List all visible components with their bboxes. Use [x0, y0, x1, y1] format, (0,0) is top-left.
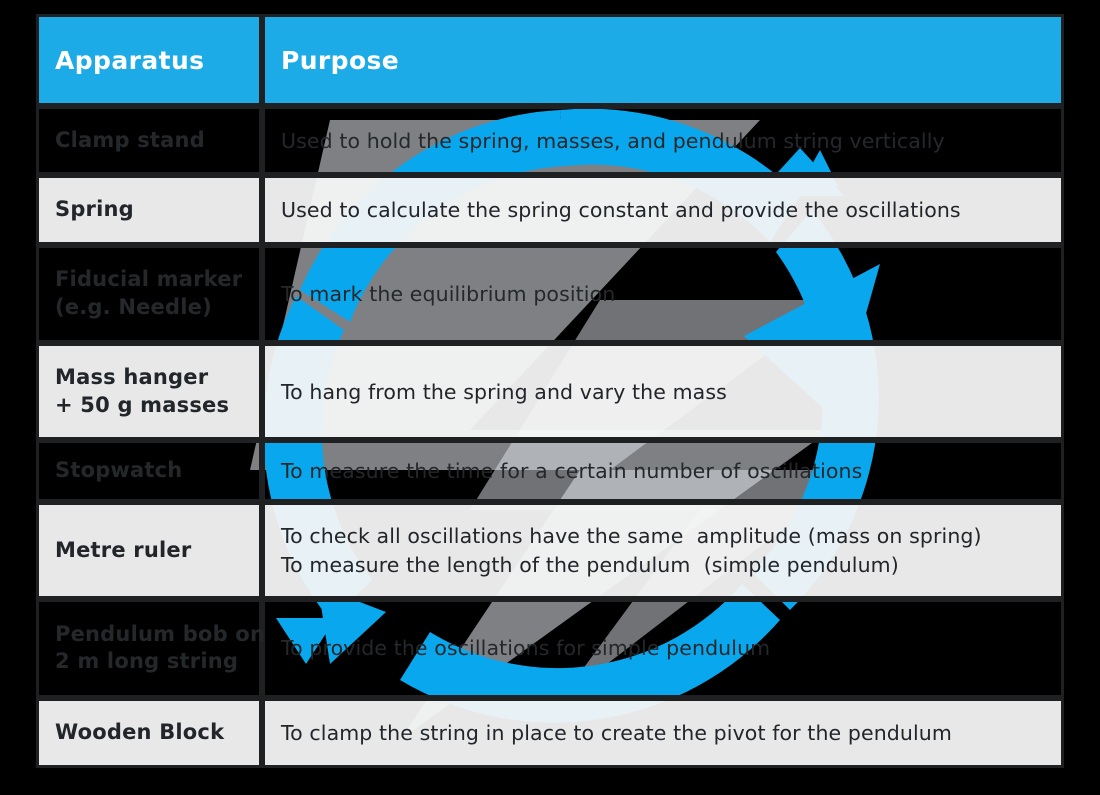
cell-apparatus: Spring [36, 175, 262, 245]
cell-purpose: To measure the time for a certain number… [262, 439, 1064, 503]
cell-purpose: To clamp the string in place to create t… [262, 697, 1064, 768]
purpose-line: To check all oscillations have the same … [281, 524, 982, 549]
cell-apparatus: Wooden Block [36, 697, 262, 768]
table-header: Apparatus Purpose [36, 14, 1064, 106]
cell-purpose: Used to calculate the spring constant an… [262, 175, 1064, 245]
cell-purpose: To provide the oscillations for simple p… [262, 598, 1064, 698]
table-row: Metre ruler To check all oscillations ha… [36, 502, 1064, 599]
apparatus-line: Fiducial marker [55, 267, 243, 292]
cell-apparatus: Stopwatch [36, 439, 262, 503]
table-row: Mass hanger + 50 g masses To hang from t… [36, 343, 1064, 440]
table-row: Fiducial marker (e.g. Needle) To mark th… [36, 244, 1064, 344]
table-row: Clamp stand Used to hold the spring, mas… [36, 106, 1064, 176]
apparatus-line: (e.g. Needle) [55, 295, 212, 320]
apparatus-line: Clamp stand [55, 127, 205, 152]
table-body: Clamp stand Used to hold the spring, mas… [36, 106, 1064, 768]
cell-apparatus: Pendulum bob on 2 m long string [36, 598, 266, 698]
cell-apparatus: Fiducial marker (e.g. Needle) [36, 244, 262, 344]
apparatus-purpose-table: Apparatus Purpose Clamp stand Used to ho… [36, 14, 1064, 768]
column-header-apparatus: Apparatus [36, 14, 262, 106]
purpose-line: Used to calculate the spring constant an… [281, 197, 961, 222]
table-row: Wooden Block To clamp the string in plac… [36, 697, 1064, 768]
cell-purpose: To mark the equilibrium position [262, 244, 1064, 344]
apparatus-line: Pendulum bob on [55, 621, 266, 646]
apparatus-line: + 50 g masses [55, 392, 230, 417]
cell-purpose: Used to hold the spring, masses, and pen… [262, 106, 1064, 176]
cell-apparatus: Clamp stand [36, 106, 262, 176]
purpose-line: Used to hold the spring, masses, and pen… [281, 128, 945, 153]
purpose-line: To clamp the string in place to create t… [281, 720, 952, 745]
column-header-purpose: Purpose [262, 14, 1064, 106]
table-row: Stopwatch To measure the time for a cert… [36, 439, 1064, 503]
apparatus-line: 2 m long string [55, 649, 239, 674]
purpose-line: To mark the equilibrium position [281, 281, 616, 306]
purpose-line: To measure the time for a certain number… [281, 459, 863, 484]
page-root: Apparatus Purpose Clamp stand Used to ho… [0, 0, 1100, 795]
apparatus-line: Wooden Block [55, 719, 225, 744]
purpose-line: To measure the length of the pendulum (s… [281, 552, 899, 577]
table-header-row: Apparatus Purpose [36, 14, 1064, 106]
cell-purpose: To hang from the spring and vary the mas… [262, 343, 1064, 440]
table-row: Pendulum bob on 2 m long string To provi… [36, 598, 1064, 698]
purpose-line: To hang from the spring and vary the mas… [281, 379, 727, 404]
apparatus-line: Mass hanger [55, 364, 209, 389]
cell-purpose: To check all oscillations have the same … [262, 502, 1064, 599]
table-row: Spring Used to calculate the spring cons… [36, 175, 1064, 245]
apparatus-line: Stopwatch [55, 458, 183, 483]
cell-apparatus: Metre ruler [36, 502, 262, 599]
apparatus-line: Spring [55, 197, 134, 222]
purpose-line: To provide the oscillations for simple p… [281, 636, 771, 661]
apparatus-line: Metre ruler [55, 537, 192, 562]
cell-apparatus: Mass hanger + 50 g masses [36, 343, 262, 440]
